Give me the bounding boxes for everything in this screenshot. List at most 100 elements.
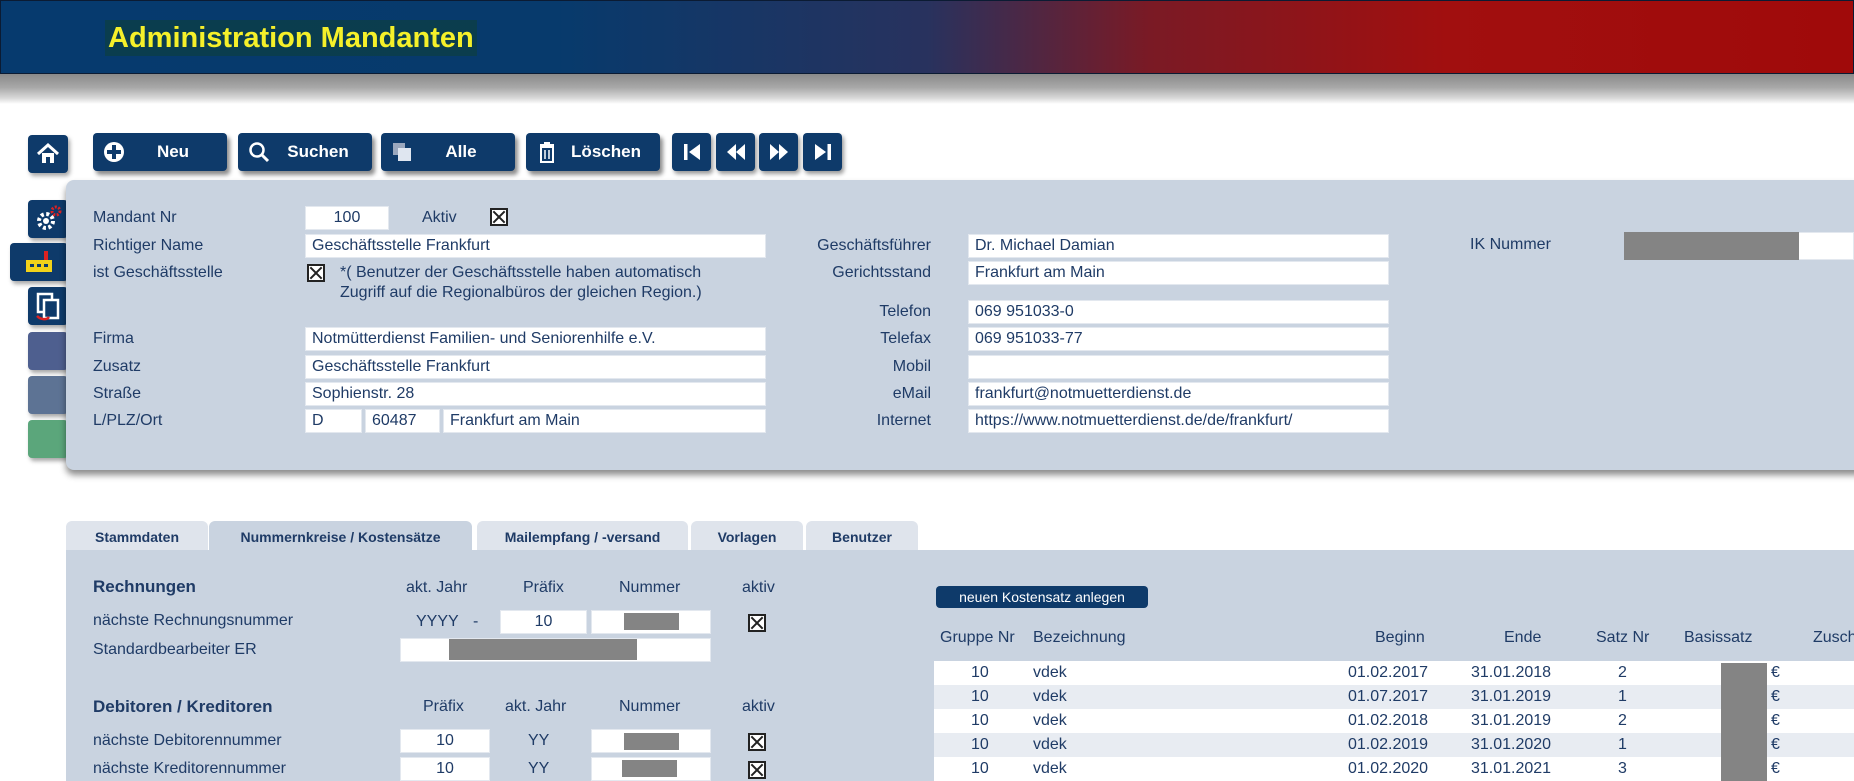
cell-gruppe: 10 (971, 664, 989, 681)
gerichtsstand-field[interactable]: Frankfurt am Main (968, 261, 1389, 285)
cell-satz: 3 (1618, 760, 1627, 777)
all-button[interactable]: Alle (381, 133, 515, 171)
cell-currency: € (1771, 760, 1780, 777)
nav-button-5[interactable] (28, 332, 68, 370)
header-shadow (0, 74, 1854, 104)
ik-nummer-label: IK Nummer (1470, 236, 1551, 253)
tab-mailempfang[interactable]: Mailempfang / -versand (477, 521, 688, 551)
land-field[interactable]: D (305, 409, 362, 433)
cell-beginn: 01.02.2020 (1348, 760, 1429, 777)
col-zuschlag-header: Zusch (1813, 629, 1854, 646)
ist-geschaeftsstelle-checkbox[interactable] (307, 264, 325, 282)
aktiv-checkbox[interactable] (490, 208, 508, 226)
email-field[interactable]: frankfurt@notmuetterdienst.de (968, 382, 1389, 406)
internet-field[interactable]: https://www.notmuetterdienst.de/de/frank… (968, 409, 1389, 433)
debitoren-heading: Debitoren / Kreditoren (93, 697, 273, 716)
cell-currency: € (1771, 664, 1780, 681)
col-beginn-header: Beginn (1375, 629, 1425, 646)
header-bar: Administration Mandanten (0, 0, 1854, 74)
telefon-label: Telefon (879, 303, 931, 320)
cell-ende: 31.01.2018 (1471, 664, 1552, 681)
redacted-block (449, 639, 637, 660)
table-row[interactable]: 10 vdek 01.02.2020 31.01.2021 3 € (934, 757, 1854, 781)
last-record-button[interactable] (803, 133, 842, 171)
strasse-field[interactable]: Sophienstr. 28 (305, 382, 766, 406)
cell-satz: 2 (1618, 664, 1627, 681)
rechnungen-col-number: Nummer (619, 579, 681, 596)
next-record-button[interactable] (759, 133, 798, 171)
tab-benutzer[interactable]: Benutzer (806, 521, 918, 551)
cell-currency: € (1771, 712, 1780, 729)
mobil-field[interactable] (968, 355, 1389, 379)
new-button[interactable]: Neu (93, 133, 227, 171)
cell-bezeichnung: vdek (1033, 688, 1067, 705)
firma-field[interactable]: Notmütterdienst Familien- und Seniorenhi… (305, 327, 766, 351)
tab-vorlagen[interactable]: Vorlagen (691, 521, 803, 551)
rechnungen-col-active: aktiv (742, 579, 775, 596)
debitoren-col-active: aktiv (742, 698, 775, 715)
zusatz-label: Zusatz (93, 358, 142, 375)
new-button-label: Neu (156, 142, 190, 161)
cell-bezeichnung: vdek (1033, 760, 1067, 777)
plz-field[interactable]: 60487 (365, 409, 440, 433)
invoice-active-checkbox[interactable] (748, 614, 766, 632)
skip-first-icon (683, 144, 700, 160)
cell-currency: € (1771, 688, 1780, 705)
tab-stammdaten[interactable]: Stammdaten (66, 521, 208, 551)
clients-nav-button[interactable] (10, 243, 68, 281)
new-cost-rate-button[interactable]: neuen Kostensatz anlegen (936, 586, 1148, 608)
creditor-year-value: YY (528, 760, 550, 777)
cell-satz: 1 (1618, 736, 1627, 753)
geschaeftsfuehrer-field[interactable]: Dr. Michael Damian (968, 234, 1389, 258)
delete-button-label: Löschen (571, 142, 641, 161)
table-row[interactable]: 10 vdek 01.02.2019 31.01.2020 1 € (934, 733, 1854, 757)
previous-record-button[interactable] (716, 133, 755, 171)
delete-button[interactable]: Löschen (526, 133, 660, 171)
nav-button-6[interactable] (28, 376, 68, 414)
col-basissatz-header: Basissatz (1684, 629, 1753, 646)
tab-nummernkreise[interactable]: Nummernkreise / Kostensätze (209, 521, 472, 551)
home-nav-button[interactable] (28, 135, 68, 173)
aktiv-label: Aktiv (422, 209, 457, 226)
first-record-button[interactable] (672, 133, 711, 171)
mandant-nr-label: Mandant Nr (93, 209, 177, 226)
table-row[interactable]: 10 vdek 01.02.2017 31.01.2018 2 € (934, 661, 1854, 685)
cell-bezeichnung: vdek (1033, 736, 1067, 753)
next-debtor-label: nächste Debitorennummer (93, 732, 282, 749)
creditor-active-checkbox[interactable] (748, 761, 766, 779)
documents-nav-button[interactable] (28, 287, 68, 325)
redacted-block (1721, 663, 1767, 781)
mobil-label: Mobil (892, 358, 931, 375)
search-button[interactable]: Suchen (238, 133, 372, 171)
table-row[interactable]: 10 vdek 01.02.2018 31.01.2019 2 € (934, 709, 1854, 733)
col-satz-header: Satz Nr (1596, 629, 1650, 646)
gear-icon (37, 205, 62, 230)
lplzort-label: L/PLZ/Ort (93, 412, 163, 429)
zusatz-field[interactable]: Geschäftsstelle Frankfurt (305, 355, 766, 379)
settings-nav-button[interactable] (28, 200, 68, 238)
cell-currency: € (1771, 736, 1780, 753)
mandant-nr-field[interactable]: 100 (305, 206, 389, 230)
debtor-active-checkbox[interactable] (748, 733, 766, 751)
creditor-prefix-field[interactable]: 10 (400, 757, 490, 781)
telefax-label: Telefax (880, 330, 931, 347)
cell-beginn: 01.02.2018 (1348, 712, 1429, 729)
redacted-block (624, 733, 679, 750)
ort-field[interactable]: Frankfurt am Main (443, 409, 766, 433)
geschaeftsfuehrer-label: Geschäftsführer (817, 237, 931, 254)
nav-button-7[interactable] (28, 420, 68, 458)
invoice-prefix-field[interactable]: 10 (500, 610, 587, 634)
col-ende-header: Ende (1504, 629, 1542, 646)
debtor-prefix-field[interactable]: 10 (400, 729, 490, 753)
documents-icon (36, 292, 60, 321)
page-title: Administration Mandanten (105, 20, 477, 56)
telefax-field[interactable]: 069 951033-77 (968, 327, 1389, 351)
fast-forward-icon (769, 144, 788, 160)
richtiger-name-field[interactable]: Geschäftsstelle Frankfurt (305, 234, 766, 258)
geschaeftsstelle-note-line2: Zugriff auf die Regionalbüros der gleich… (340, 284, 702, 301)
telefon-field[interactable]: 069 951033-0 (968, 300, 1389, 324)
email-label: eMail (892, 385, 931, 402)
table-row[interactable]: 10 vdek 01.07.2017 31.01.2019 1 € (934, 685, 1854, 709)
cell-gruppe: 10 (971, 760, 989, 777)
ist-geschaeftsstelle-label: ist Geschäftsstelle (93, 264, 223, 281)
